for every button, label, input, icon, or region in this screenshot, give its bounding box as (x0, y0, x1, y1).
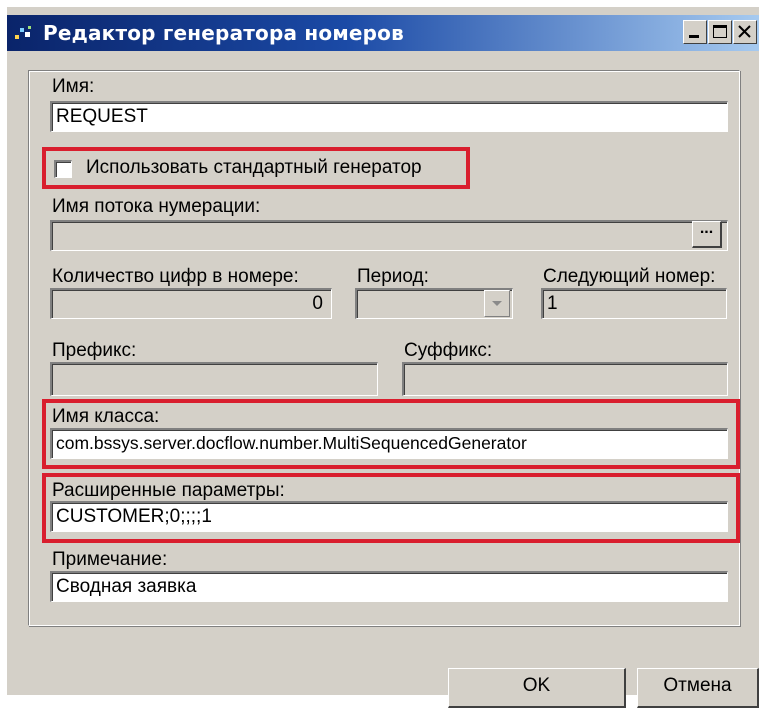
minimize-button[interactable] (683, 20, 707, 44)
note-input[interactable]: Сводная заявка (50, 571, 728, 602)
period-label: Период: (357, 266, 429, 287)
suffix-label: Суффикс: (404, 340, 493, 361)
browse-stream-button[interactable]: ... (692, 221, 722, 248)
close-button[interactable] (733, 20, 757, 44)
suffix-input[interactable] (402, 362, 728, 396)
prefix-input[interactable] (50, 362, 378, 396)
app-icon (13, 25, 35, 43)
highlight-standard-generator (42, 147, 470, 189)
name-input[interactable]: REQUEST (50, 101, 728, 132)
maximize-icon (713, 25, 727, 38)
minimize-icon (689, 35, 699, 38)
chevron-down-icon (492, 301, 502, 306)
next-number-label: Следующий номер: (543, 266, 716, 287)
ellipsis-icon: ... (699, 220, 714, 237)
window-title: Редактор генератора номеров (43, 21, 404, 45)
close-icon (738, 25, 751, 38)
highlight-extended-params (42, 473, 740, 543)
title-bar[interactable]: Редактор генератора номеров (7, 15, 759, 51)
note-label: Примечание: (52, 549, 168, 570)
name-label: Имя: (52, 76, 95, 97)
numbering-stream-input[interactable] (50, 220, 728, 251)
digits-count-label: Количество цифр в номере: (52, 266, 299, 287)
maximize-button[interactable] (708, 20, 732, 44)
cancel-button[interactable]: Отмена (637, 668, 759, 708)
numbering-stream-label: Имя потока нумерации: (52, 196, 261, 217)
ok-button[interactable]: OK (448, 668, 626, 708)
next-number-input[interactable]: 1 (541, 288, 727, 319)
digits-count-input[interactable]: 0 (50, 288, 332, 319)
period-dropdown-button[interactable] (484, 290, 510, 317)
highlight-class-name (42, 399, 740, 469)
prefix-label: Префикс: (52, 340, 137, 361)
